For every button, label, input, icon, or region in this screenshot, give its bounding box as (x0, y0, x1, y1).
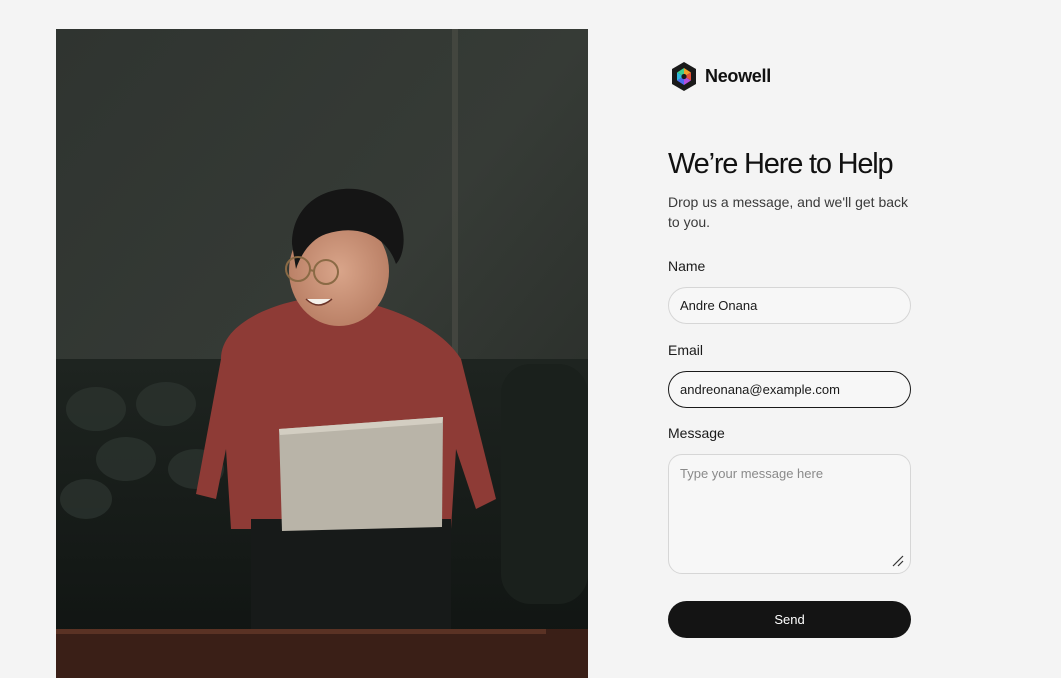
brand[interactable]: Neowell (670, 61, 771, 92)
brand-name: Neowell (705, 66, 771, 86)
resize-handle-icon[interactable] (890, 553, 904, 567)
message-label: Message (668, 425, 725, 441)
name-label: Name (668, 258, 706, 274)
hexagon-logo-icon (672, 62, 696, 91)
page-subtitle: Drop us a message, and we'll get back to… (668, 194, 909, 230)
email-input[interactable] (668, 371, 911, 408)
send-button[interactable]: Send (668, 601, 911, 638)
hero-photo (56, 29, 588, 678)
message-textarea[interactable] (668, 454, 911, 574)
name-input[interactable] (668, 287, 911, 324)
email-label: Email (668, 342, 704, 358)
page-title: We’re Here to Help (668, 148, 894, 180)
